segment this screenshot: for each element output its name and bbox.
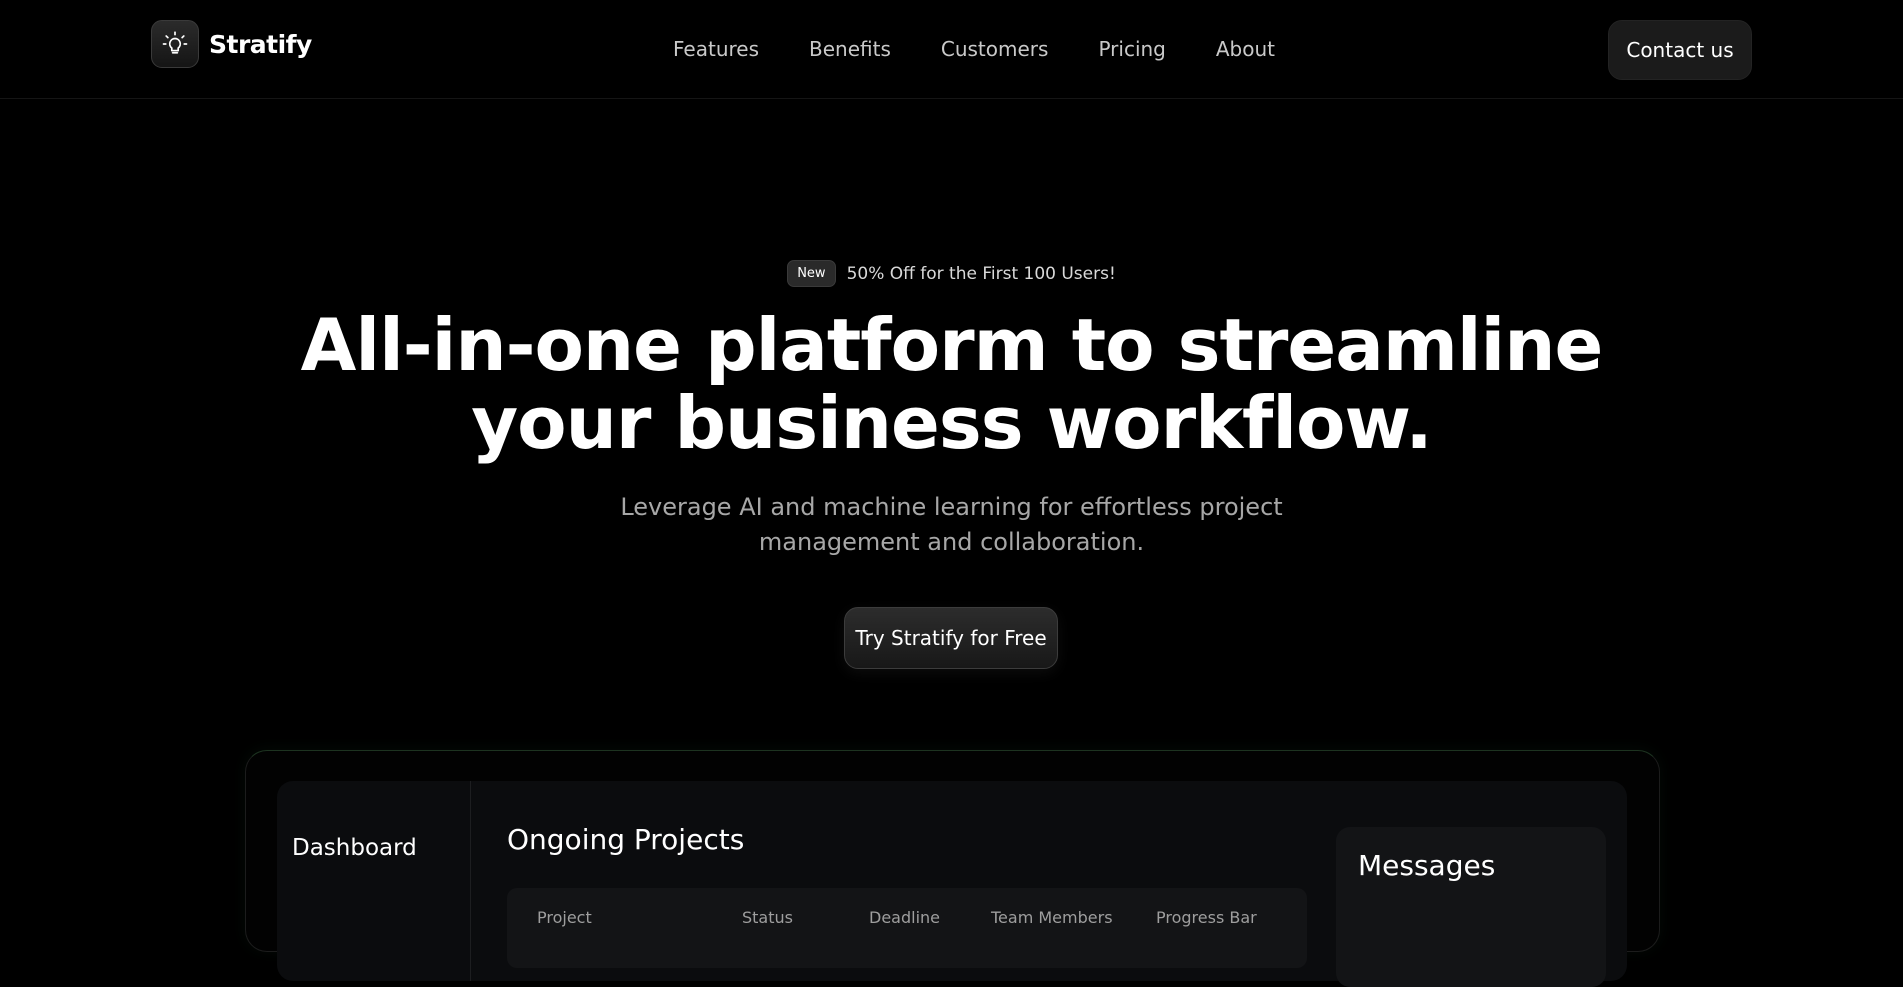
contact-us-button[interactable]: Contact us [1608,20,1752,80]
nav-customers[interactable]: Customers [941,37,1049,61]
try-free-button[interactable]: Try Stratify for Free [844,607,1058,669]
nav-about[interactable]: About [1216,37,1275,61]
brand-name: Stratify [209,29,312,59]
new-badge: New [787,260,836,287]
promo-banner[interactable]: New 50% Off for the First 100 Users! [0,260,1903,287]
messages-title: Messages [1358,849,1496,882]
messages-panel: Messages [1336,827,1606,987]
dashboard-panel: Dashboard Ongoing Projects Project Statu… [277,781,1627,987]
sidebar-title[interactable]: Dashboard [292,835,417,861]
column-team-members: Team Members [991,908,1113,927]
ongoing-projects-title: Ongoing Projects [507,823,745,856]
column-project: Project [537,908,592,927]
dashboard-sidebar: Dashboard [277,781,471,981]
nav-benefits[interactable]: Benefits [809,37,891,61]
main-nav: Features Benefits Customers Pricing Abou… [673,37,1275,61]
column-progress-bar: Progress Bar [1156,908,1257,927]
hero-title: All-in-one platform to streamline your b… [0,306,1903,462]
hero-subtitle: Leverage AI and machine learning for eff… [0,490,1903,560]
top-nav-bar: Stratify Features Benefits Customers Pri… [0,0,1903,99]
nav-pricing[interactable]: Pricing [1098,37,1165,61]
hero-subtitle-line-1: Leverage AI and machine learning for eff… [620,493,1283,521]
column-status: Status [742,908,793,927]
dashboard-preview: Dashboard Ongoing Projects Project Statu… [245,750,1660,987]
projects-table-header: Project Status Deadline Team Members Pro… [507,888,1307,968]
column-deadline: Deadline [869,908,940,927]
brand-logo[interactable]: Stratify [151,20,312,68]
hero-subtitle-line-2: management and collaboration. [758,528,1145,556]
lightbulb-icon [151,20,199,68]
promo-text: 50% Off for the First 100 Users! [846,263,1116,284]
hero-title-line-2: your business workflow. [471,381,1433,465]
hero-title-line-1: All-in-one platform to streamline [300,303,1604,387]
nav-features[interactable]: Features [673,37,759,61]
